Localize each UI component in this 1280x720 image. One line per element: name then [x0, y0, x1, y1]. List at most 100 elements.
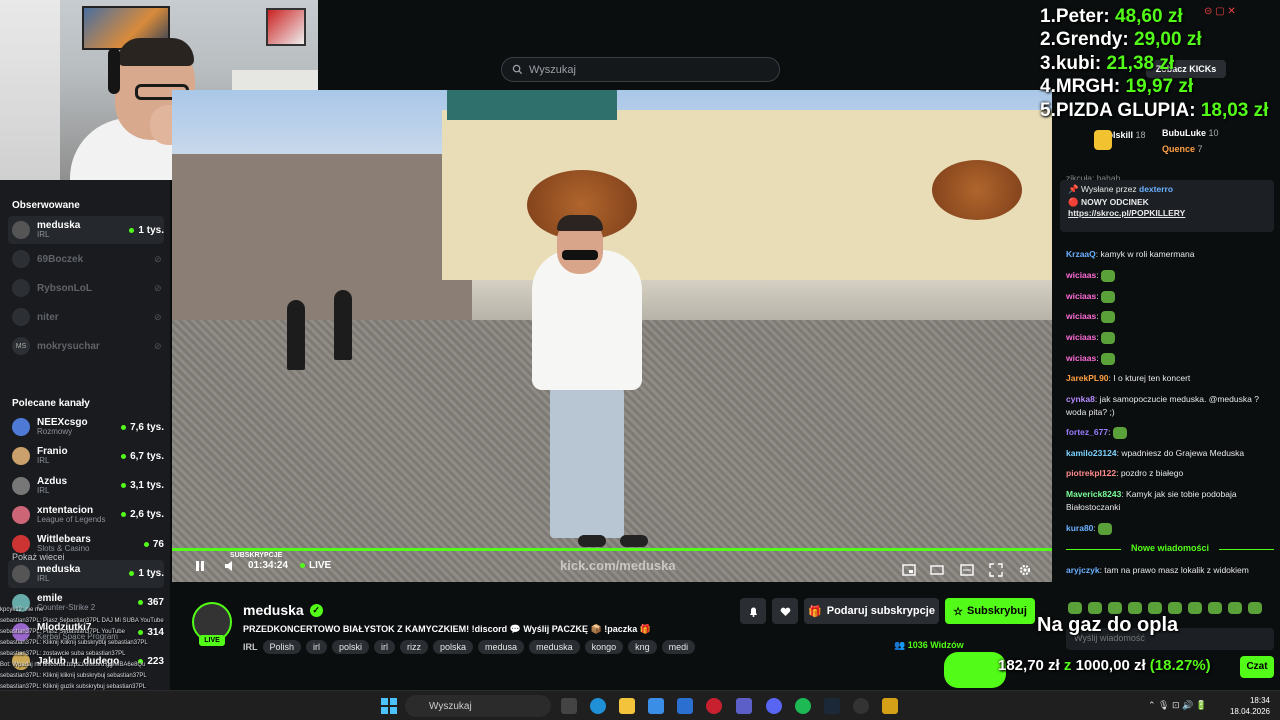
- chat-username[interactable]: kura80: [1066, 523, 1093, 533]
- leaderboard-row: 4.MRGH: 19,97 zł: [1040, 76, 1280, 99]
- recommended-channel[interactable]: xntentacion League of Legends 2,6 tys.: [8, 501, 164, 529]
- recommended-channel[interactable]: Azdus IRL 3,1 tys.: [8, 472, 164, 500]
- tag-chip[interactable]: irl: [306, 640, 328, 654]
- chat-username[interactable]: KrzaaQ: [1066, 249, 1096, 259]
- chat-username[interactable]: wiciaas: [1066, 270, 1096, 280]
- notification-bell-button[interactable]: [740, 598, 766, 624]
- followed-channel[interactable]: RybsonLoL ⊘: [8, 274, 164, 302]
- emote-image: [1112, 426, 1127, 439]
- tag-chip[interactable]: kongo: [584, 640, 624, 654]
- theater-mode-icon[interactable]: [930, 563, 944, 577]
- chat-username[interactable]: wiciaas: [1066, 353, 1096, 363]
- gift-subs-button[interactable]: 🎁 Podaruj subskrypcje: [804, 598, 939, 624]
- pinned-link[interactable]: https://skroc.pl/POPKILLERY: [1068, 208, 1266, 218]
- leaderboard-name: PIZDA GLUPIA:: [1055, 99, 1196, 121]
- discord-icon[interactable]: [766, 698, 782, 714]
- task-view-icon[interactable]: [561, 698, 577, 714]
- volume-button[interactable]: [224, 560, 236, 572]
- obs-icon[interactable]: [853, 698, 869, 714]
- chat-username[interactable]: piotrekpl122: [1066, 468, 1116, 478]
- chat-send-button[interactable]: Czat: [1240, 656, 1274, 678]
- chat-username[interactable]: cynka8: [1066, 394, 1095, 404]
- recommended-channel[interactable]: Franio IRL 6,7 tys.: [8, 442, 164, 470]
- tag-chip[interactable]: medi: [661, 640, 696, 654]
- emote-bar[interactable]: [1068, 602, 1262, 614]
- fullscreen-icon[interactable]: [989, 563, 1003, 577]
- mail-icon[interactable]: [677, 698, 693, 714]
- tag-chip[interactable]: polska: [433, 640, 474, 654]
- video-player[interactable]: SUBSKRYPCJE 01:34:24 LIVE kick.com/medus…: [172, 90, 1052, 582]
- live-label: LIVE: [309, 560, 332, 571]
- pinned-header: 📌 Wysłane przez dexterro: [1068, 184, 1266, 195]
- gifter-count: 7: [1197, 144, 1203, 154]
- teams-icon[interactable]: [736, 698, 752, 714]
- channel-name: meduska: [37, 563, 81, 575]
- chat-username[interactable]: wiciaas: [1066, 332, 1096, 342]
- chat-message: kura80:: [1066, 522, 1274, 535]
- chat-username[interactable]: fortez_677: [1066, 427, 1108, 437]
- recommended-channel[interactable]: NEEXcsgo Rozmowy 7,6 tys.: [8, 413, 164, 441]
- followed-channel[interactable]: meduska IRL 1 tys.: [8, 216, 164, 244]
- clip-icon[interactable]: [902, 563, 916, 577]
- chat-username[interactable]: kamilo23124: [1066, 448, 1117, 458]
- channel-category: IRL: [37, 456, 50, 466]
- tag-chip[interactable]: kng: [628, 640, 657, 654]
- system-tray-icons[interactable]: ⌃ 🎙 ⊡ 🔊 🔋: [1148, 700, 1207, 711]
- overlay-chat-line: sebastian37PL: Kliknij kliknij subskrybu…: [0, 673, 147, 679]
- new-messages-divider[interactable]: Nowe wiadomości: [1066, 543, 1274, 553]
- tag-chip[interactable]: rizz: [400, 640, 429, 654]
- follow-heart-button[interactable]: [772, 598, 798, 624]
- opera-icon[interactable]: [706, 698, 722, 714]
- windows-start-icon[interactable]: [381, 698, 397, 714]
- app-icon[interactable]: [882, 698, 898, 714]
- tag-chip[interactable]: irl: [374, 640, 396, 654]
- kick-watermark: kick.com/meduska: [560, 558, 676, 573]
- subscribe-button[interactable]: ☆ Subskrybuj: [945, 598, 1035, 624]
- chat-message: wiciaas:: [1066, 269, 1274, 282]
- tag-chip[interactable]: meduska: [529, 640, 580, 654]
- clock-time: 18:34: [1249, 696, 1270, 705]
- store-icon[interactable]: [648, 698, 664, 714]
- channel-avatar: [12, 447, 30, 466]
- car-picture: [266, 8, 306, 46]
- channel-avatar: [12, 418, 30, 436]
- leaderboard-name: Grendy:: [1055, 29, 1129, 51]
- leaderboard-amount: 21,38 zł: [1106, 52, 1175, 74]
- gifter-count: 10: [1208, 128, 1219, 138]
- webcam-background: [0, 0, 60, 180]
- clock[interactable]: 18:34 18.04.2026: [1230, 695, 1270, 717]
- pinned-text: 🔴 NOWY ODCINEK: [1068, 197, 1149, 207]
- followed-channel[interactable]: niter ⊘: [8, 303, 164, 331]
- followed-channel[interactable]: 69Boczek ⊘: [8, 245, 164, 273]
- chat-username[interactable]: JarekPL90: [1066, 373, 1109, 383]
- tag-chip[interactable]: polski: [332, 640, 370, 654]
- category-link[interactable]: IRL: [243, 642, 258, 652]
- chat-username[interactable]: Maverick8243: [1066, 489, 1121, 499]
- file-explorer-icon[interactable]: [619, 698, 635, 714]
- tag-chip[interactable]: medusa: [478, 640, 525, 654]
- emote-image: [1100, 310, 1115, 323]
- pause-button[interactable]: [194, 560, 206, 572]
- steam-icon[interactable]: [824, 698, 840, 714]
- edge-icon[interactable]: [590, 698, 606, 714]
- subscribe-label: Subskrybuj: [966, 605, 1027, 617]
- chat-username[interactable]: aryjczyk: [1066, 565, 1100, 575]
- chat-username[interactable]: wiciaas: [1066, 291, 1096, 301]
- offline-icon: ⊘: [154, 254, 162, 264]
- recommended-channel[interactable]: Wittlebears Slots & Casino 76: [8, 530, 164, 558]
- chat-username[interactable]: wiciaas: [1066, 311, 1096, 321]
- taskbar-search-placeholder: Wyszukaj: [429, 700, 472, 712]
- search-input[interactable]: Wyszukaj: [501, 57, 780, 82]
- settings-gear-icon[interactable]: [1018, 563, 1032, 577]
- spotify-icon[interactable]: [795, 698, 811, 714]
- star-icon: ☆: [953, 605, 963, 618]
- channel-category: Slots & Casino: [37, 544, 90, 554]
- channel-name[interactable]: meduska ✓: [243, 602, 323, 618]
- pip-icon[interactable]: [960, 563, 974, 577]
- followed-channel[interactable]: MS mokrysuchar ⊘: [8, 332, 164, 360]
- gifter[interactable]: BubuLuke 10: [1162, 128, 1219, 138]
- gifter[interactable]: Quence 7: [1162, 144, 1203, 154]
- taskbar-search[interactable]: Wyszukaj: [405, 695, 551, 717]
- recommended-channel[interactable]: meduska IRL 1 tys.: [8, 559, 164, 588]
- tag-chip[interactable]: Polish: [262, 640, 302, 654]
